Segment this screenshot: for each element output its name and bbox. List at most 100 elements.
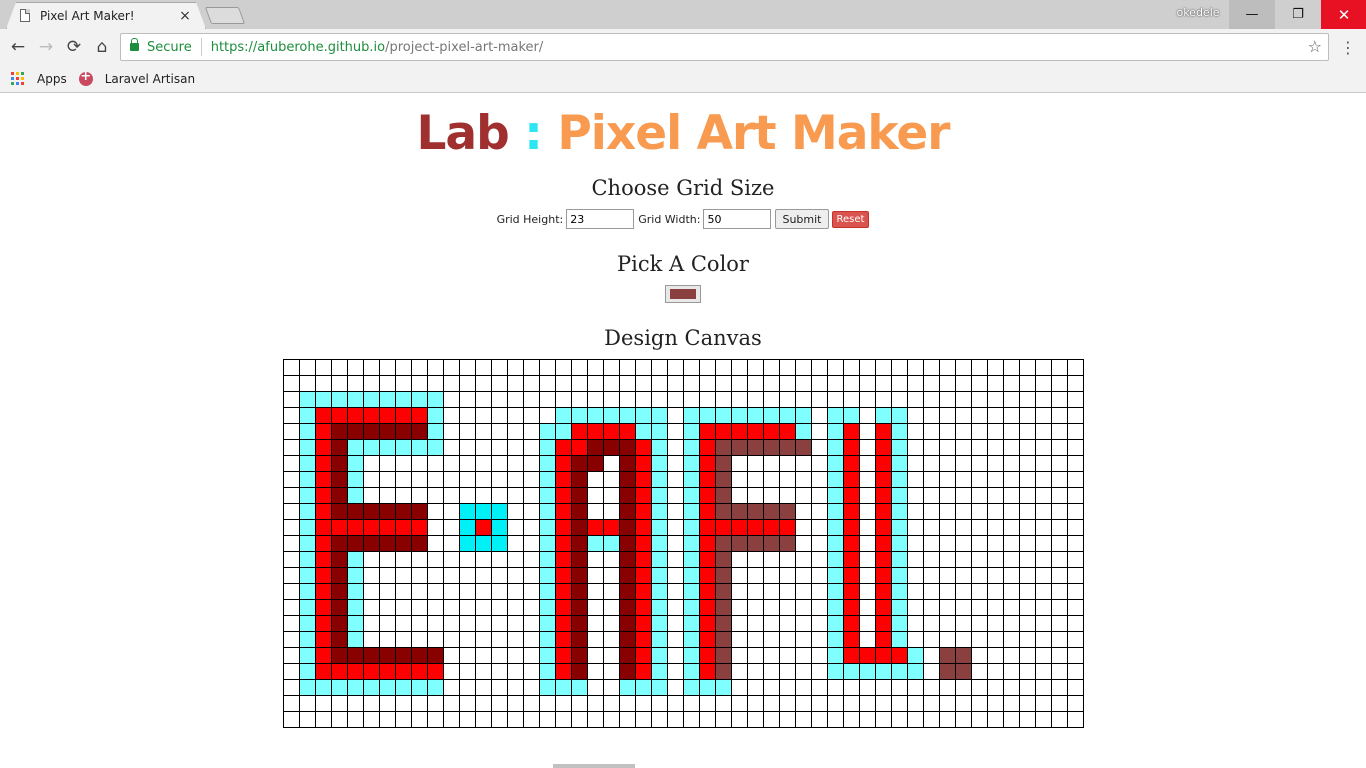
canvas-cell[interactable]	[459, 423, 476, 440]
canvas-cell[interactable]	[427, 711, 444, 728]
canvas-cell[interactable]	[619, 551, 636, 568]
canvas-cell[interactable]	[411, 375, 428, 392]
canvas-cell[interactable]	[651, 503, 668, 520]
canvas-cell[interactable]	[827, 391, 844, 408]
canvas-cell[interactable]	[779, 679, 796, 696]
canvas-cell[interactable]	[1019, 375, 1036, 392]
canvas-cell[interactable]	[1019, 679, 1036, 696]
canvas-cell[interactable]	[507, 695, 524, 712]
browser-tab-content[interactable]: Pixel Art Maker! ×	[20, 2, 192, 29]
canvas-cell[interactable]	[491, 583, 508, 600]
canvas-cell[interactable]	[411, 551, 428, 568]
canvas-cell[interactable]	[491, 503, 508, 520]
canvas-cell[interactable]	[1035, 631, 1052, 648]
canvas-cell[interactable]	[827, 407, 844, 424]
canvas-cell[interactable]	[411, 663, 428, 680]
canvas-cell[interactable]	[859, 471, 876, 488]
canvas-cell[interactable]	[907, 599, 924, 616]
canvas-cell[interactable]	[571, 583, 588, 600]
canvas-cell[interactable]	[1051, 439, 1068, 456]
canvas-cell[interactable]	[475, 695, 492, 712]
canvas-cell[interactable]	[923, 503, 940, 520]
canvas-cell[interactable]	[1019, 407, 1036, 424]
canvas-cell[interactable]	[683, 695, 700, 712]
canvas-cell[interactable]	[699, 711, 716, 728]
canvas-cell[interactable]	[651, 711, 668, 728]
canvas-cell[interactable]	[475, 647, 492, 664]
canvas-cell[interactable]	[859, 695, 876, 712]
canvas-cell[interactable]	[699, 407, 716, 424]
canvas-cell[interactable]	[571, 423, 588, 440]
canvas-cell[interactable]	[283, 375, 300, 392]
canvas-cell[interactable]	[1003, 391, 1020, 408]
canvas-cell[interactable]	[731, 407, 748, 424]
canvas-cell[interactable]	[571, 487, 588, 504]
grid-height-input[interactable]	[566, 209, 635, 229]
canvas-cell[interactable]	[987, 359, 1004, 376]
canvas-cell[interactable]	[283, 663, 300, 680]
canvas-cell[interactable]	[939, 567, 956, 584]
canvas-cell[interactable]	[331, 375, 348, 392]
canvas-cell[interactable]	[427, 663, 444, 680]
canvas-cell[interactable]	[283, 551, 300, 568]
canvas-cell[interactable]	[683, 615, 700, 632]
canvas-cell[interactable]	[411, 407, 428, 424]
canvas-cell[interactable]	[971, 423, 988, 440]
canvas-cell[interactable]	[587, 407, 604, 424]
canvas-cell[interactable]	[635, 375, 652, 392]
canvas-cell[interactable]	[971, 663, 988, 680]
canvas-cell[interactable]	[635, 695, 652, 712]
canvas-cell[interactable]	[315, 599, 332, 616]
canvas-cell[interactable]	[379, 375, 396, 392]
canvas-cell[interactable]	[987, 423, 1004, 440]
canvas-cell[interactable]	[907, 439, 924, 456]
canvas-cell[interactable]	[971, 519, 988, 536]
canvas-cell[interactable]	[475, 631, 492, 648]
canvas-cell[interactable]	[555, 663, 572, 680]
canvas-cell[interactable]	[363, 551, 380, 568]
canvas-cell[interactable]	[1035, 439, 1052, 456]
canvas-cell[interactable]	[715, 503, 732, 520]
canvas-cell[interactable]	[875, 359, 892, 376]
canvas-cell[interactable]	[507, 679, 524, 696]
canvas-cell[interactable]	[971, 439, 988, 456]
canvas-cell[interactable]	[443, 615, 460, 632]
canvas-cell[interactable]	[411, 391, 428, 408]
canvas-cell[interactable]	[939, 503, 956, 520]
canvas-cell[interactable]	[363, 519, 380, 536]
canvas-cell[interactable]	[747, 663, 764, 680]
canvas-cell[interactable]	[651, 679, 668, 696]
canvas-cell[interactable]	[731, 471, 748, 488]
canvas-cell[interactable]	[523, 647, 540, 664]
canvas-cell[interactable]	[843, 359, 860, 376]
canvas-cell[interactable]	[987, 583, 1004, 600]
canvas-cell[interactable]	[811, 423, 828, 440]
canvas-cell[interactable]	[635, 487, 652, 504]
canvas-cell[interactable]	[1067, 583, 1084, 600]
canvas-cell[interactable]	[1003, 647, 1020, 664]
canvas-cell[interactable]	[571, 375, 588, 392]
canvas-cell[interactable]	[379, 519, 396, 536]
canvas-cell[interactable]	[667, 599, 684, 616]
canvas-cell[interactable]	[811, 711, 828, 728]
canvas-cell[interactable]	[587, 359, 604, 376]
canvas-cell[interactable]	[619, 519, 636, 536]
canvas-cell[interactable]	[955, 487, 972, 504]
canvas-cell[interactable]	[715, 711, 732, 728]
canvas-cell[interactable]	[1035, 423, 1052, 440]
canvas-cell[interactable]	[779, 551, 796, 568]
canvas-cell[interactable]	[443, 455, 460, 472]
canvas-cell[interactable]	[907, 711, 924, 728]
canvas-cell[interactable]	[459, 375, 476, 392]
canvas-cell[interactable]	[539, 535, 556, 552]
canvas-cell[interactable]	[635, 423, 652, 440]
canvas-cell[interactable]	[363, 535, 380, 552]
canvas-cell[interactable]	[315, 679, 332, 696]
secure-label[interactable]: Secure	[147, 40, 192, 55]
canvas-cell[interactable]	[955, 679, 972, 696]
canvas-cell[interactable]	[411, 599, 428, 616]
canvas-cell[interactable]	[539, 359, 556, 376]
canvas-cell[interactable]	[955, 471, 972, 488]
canvas-cell[interactable]	[987, 487, 1004, 504]
canvas-cell[interactable]	[555, 711, 572, 728]
